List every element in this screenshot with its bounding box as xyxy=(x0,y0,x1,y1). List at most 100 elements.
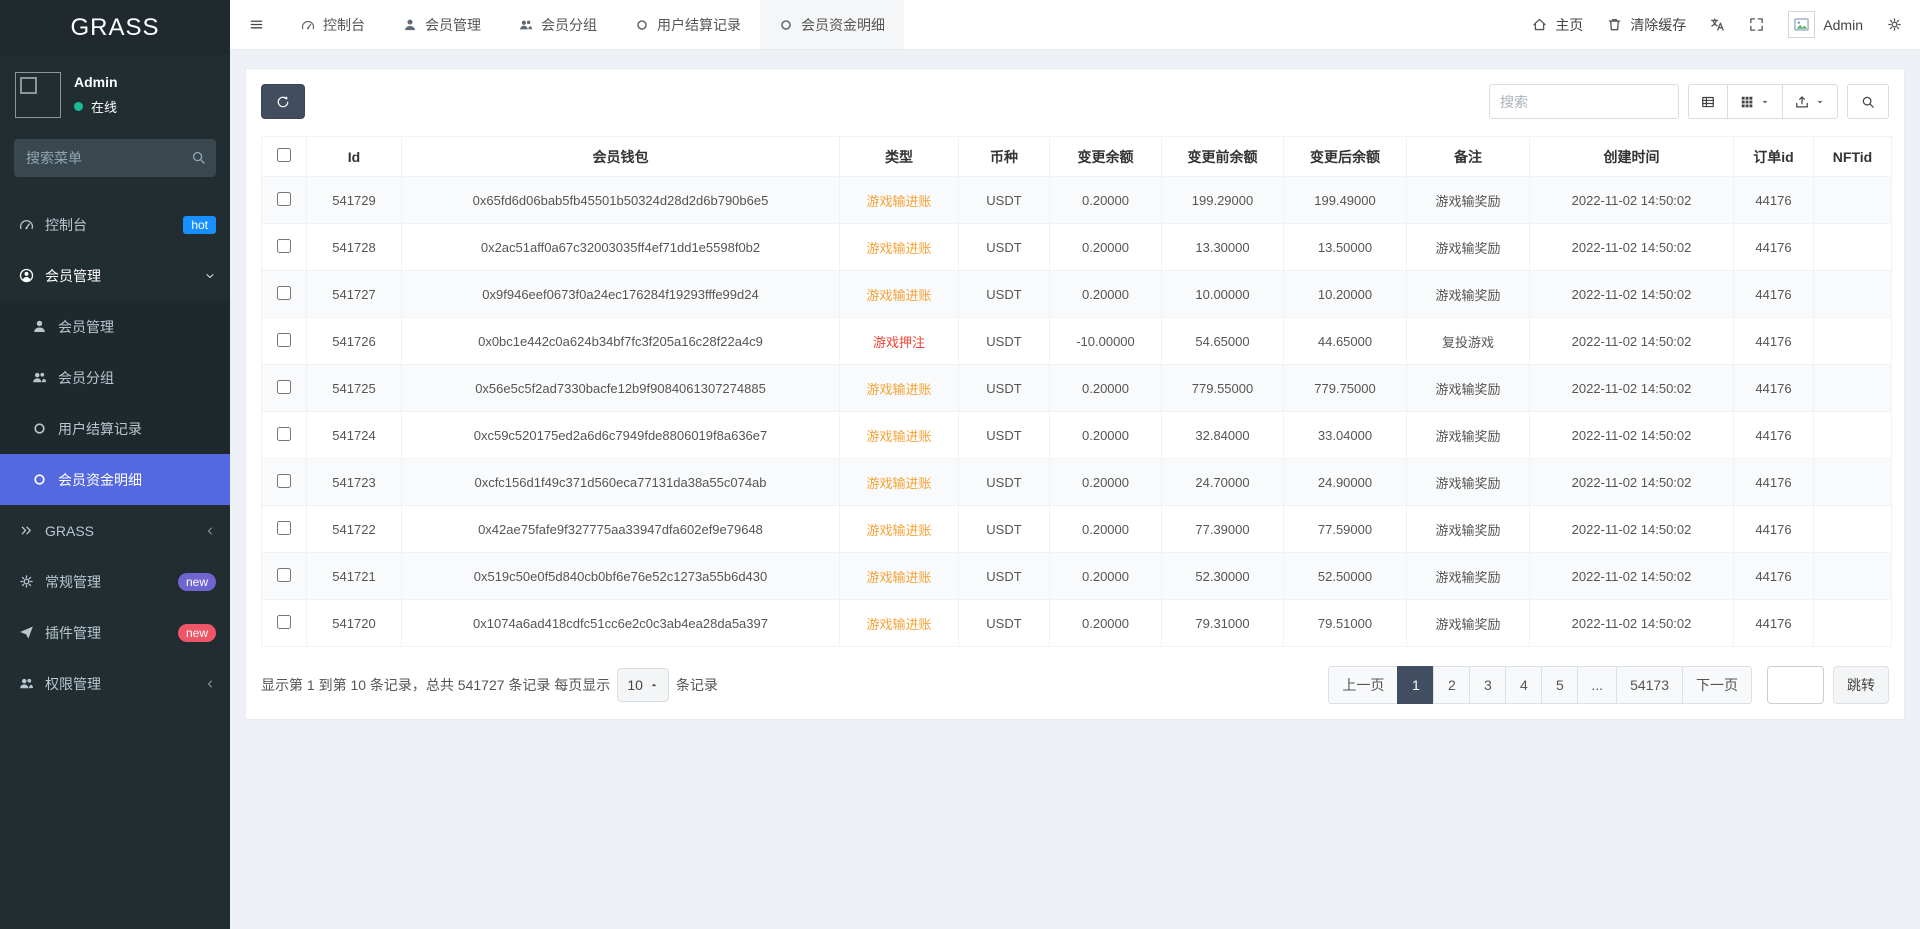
topbar-item-label: 清除缓存 xyxy=(1630,15,1686,35)
search-button[interactable] xyxy=(1847,84,1889,119)
col-header-after[interactable]: 变更后余额 xyxy=(1284,137,1407,177)
tab-member-management[interactable]: 会员管理 xyxy=(384,0,500,49)
cell-order: 44176 xyxy=(1734,318,1814,365)
page-btn-page-5[interactable]: 5 xyxy=(1541,666,1578,704)
page-btn-next[interactable]: 下一页 xyxy=(1682,666,1752,704)
page-btn-page-1[interactable]: 1 xyxy=(1397,666,1434,704)
brand-logo[interactable]: GRASS xyxy=(0,0,230,55)
sidebar-item-label: 会员管理 xyxy=(58,317,216,337)
sidebar-item-console[interactable]: 控制台hot xyxy=(0,199,230,250)
cell-before: 13.30000 xyxy=(1162,224,1284,271)
clear-cache[interactable]: 清除缓存 xyxy=(1607,15,1686,35)
cell-nft xyxy=(1814,365,1892,412)
cell-id: 541720 xyxy=(307,600,402,647)
page-btn-page-2[interactable]: 2 xyxy=(1433,666,1470,704)
row-checkbox[interactable] xyxy=(277,474,291,488)
row-checkbox[interactable] xyxy=(277,286,291,300)
detail-view-button[interactable] xyxy=(1688,84,1728,119)
page-btn-ellipsis[interactable]: ... xyxy=(1577,666,1617,704)
sidebar-item-plugin-management[interactable]: 插件管理new xyxy=(0,607,230,658)
cell-remark: 游戏输奖励 xyxy=(1407,459,1530,506)
sidebar-toggle[interactable] xyxy=(230,0,282,49)
col-header-id[interactable]: Id xyxy=(307,137,402,177)
row-checkbox[interactable] xyxy=(277,239,291,253)
sidebar-item-member-group[interactable]: 会员分组 xyxy=(0,352,230,403)
user-avatar xyxy=(15,72,61,118)
col-header-currency[interactable]: 币种 xyxy=(959,137,1050,177)
col-header-change[interactable]: 变更余额 xyxy=(1050,137,1162,177)
sidebar-item-permission-management[interactable]: 权限管理 xyxy=(0,658,230,709)
cell-remark: 游戏输奖励 xyxy=(1407,365,1530,412)
avatar xyxy=(1788,11,1815,38)
page-btn-page-4[interactable]: 4 xyxy=(1505,666,1542,704)
tab-user-settlement-records[interactable]: 用户结算记录 xyxy=(616,0,760,49)
col-header-nft[interactable]: NFTid xyxy=(1814,137,1892,177)
chevron-down-icon xyxy=(204,270,216,282)
col-header-created[interactable]: 创建时间 xyxy=(1530,137,1734,177)
row-checkbox[interactable] xyxy=(277,333,291,347)
cell-change: 0.20000 xyxy=(1050,459,1162,506)
row-checkbox[interactable] xyxy=(277,192,291,206)
table-search-input[interactable] xyxy=(1489,84,1679,119)
cell-change: 0.20000 xyxy=(1050,177,1162,224)
cell-order: 44176 xyxy=(1734,365,1814,412)
cell-id: 541722 xyxy=(307,506,402,553)
col-header-before[interactable]: 变更前余额 xyxy=(1162,137,1284,177)
row-checkbox[interactable] xyxy=(277,521,291,535)
row-checkbox[interactable] xyxy=(277,427,291,441)
tab-member-group[interactable]: 会员分组 xyxy=(500,0,616,49)
cell-order: 44176 xyxy=(1734,271,1814,318)
cell-before: 77.39000 xyxy=(1162,506,1284,553)
fullscreen-toggle[interactable] xyxy=(1749,17,1764,32)
tab-console[interactable]: 控制台 xyxy=(282,0,384,49)
home-link[interactable]: 主页 xyxy=(1532,15,1583,35)
row-checkbox[interactable] xyxy=(277,568,291,582)
refresh-button[interactable] xyxy=(261,84,305,119)
row-checkbox[interactable] xyxy=(277,380,291,394)
summary-suffix: 条记录 xyxy=(676,675,718,695)
menu-search-input[interactable] xyxy=(14,139,216,177)
col-header-wallet[interactable]: 会员钱包 xyxy=(402,137,840,177)
circle-icon xyxy=(635,18,649,32)
tab-label: 用户结算记录 xyxy=(657,15,741,35)
sidebar-item-grass[interactable]: GRASS xyxy=(0,505,230,556)
sidebar-item-member-list[interactable]: 会员管理 xyxy=(0,301,230,352)
badge-new: new xyxy=(178,573,216,591)
cell-after: 779.75000 xyxy=(1284,365,1407,412)
page-btn-prev[interactable]: 上一页 xyxy=(1328,666,1398,704)
sidebar-item-user-settlement-records[interactable]: 用户结算记录 xyxy=(0,403,230,454)
select-all-checkbox[interactable] xyxy=(277,148,291,162)
checkbox-cell xyxy=(262,553,307,600)
cell-currency: USDT xyxy=(959,412,1050,459)
settings[interactable] xyxy=(1887,17,1902,32)
cell-order: 44176 xyxy=(1734,412,1814,459)
gear-icon xyxy=(1887,17,1902,32)
sidebar-item-member-fund-details[interactable]: 会员资金明细 xyxy=(0,454,230,505)
cell-change: 0.20000 xyxy=(1050,271,1162,318)
cell-nft xyxy=(1814,553,1892,600)
nav-tabs: 控制台会员管理会员分组 用户结算记录会员资金明细 xyxy=(282,0,904,49)
col-header-order[interactable]: 订单id xyxy=(1734,137,1814,177)
cell-created: 2022-11-02 14:50:02 xyxy=(1530,600,1734,647)
page-btn-page-54173[interactable]: 54173 xyxy=(1616,666,1683,704)
page-size-select[interactable]: 10 xyxy=(617,668,669,702)
export-button[interactable] xyxy=(1782,84,1838,119)
page-jump-input[interactable] xyxy=(1767,666,1824,704)
language-switch[interactable] xyxy=(1710,17,1725,32)
cell-after: 33.04000 xyxy=(1284,412,1407,459)
profile[interactable]: Admin xyxy=(1788,11,1863,38)
col-header-type[interactable]: 类型 xyxy=(840,137,959,177)
summary-prefix: 显示第 1 到第 10 条记录，总共 541727 条记录 每页显示 xyxy=(261,675,610,695)
cell-id: 541728 xyxy=(307,224,402,271)
tab-member-fund-details[interactable]: 会员资金明细 xyxy=(760,0,904,49)
cell-type: 游戏输进账 xyxy=(840,365,959,412)
columns-button[interactable] xyxy=(1727,84,1783,119)
row-checkbox[interactable] xyxy=(277,615,291,629)
sidebar-item-general-management[interactable]: 常规管理 new xyxy=(0,556,230,607)
col-header-remark[interactable]: 备注 xyxy=(1407,137,1530,177)
sidebar-item-member-management[interactable]: 会员管理 xyxy=(0,250,230,301)
page-jump-button[interactable]: 跳转 xyxy=(1833,666,1889,704)
sidebar-item-label: 常规管理 xyxy=(45,572,167,592)
page-btn-page-3[interactable]: 3 xyxy=(1469,666,1506,704)
cell-type: 游戏押注 xyxy=(840,318,959,365)
